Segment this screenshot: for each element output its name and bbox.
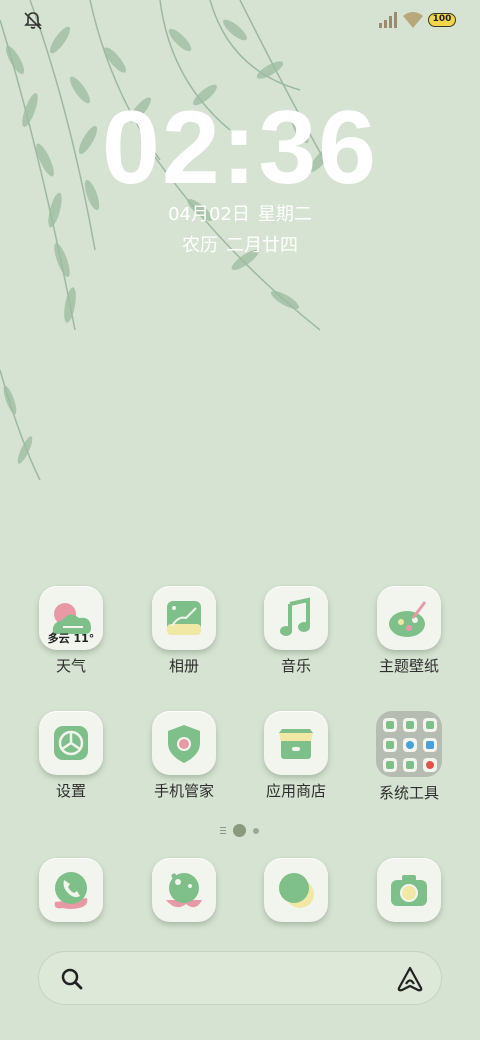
date-line: 04月02日 星期二 <box>0 203 480 227</box>
app-settings[interactable]: 设置 <box>21 711 121 801</box>
battery-indicator: 100 <box>428 13 456 27</box>
app-label: 手机管家 <box>153 782 214 800</box>
mini-app-icon <box>423 718 437 732</box>
weather-cloud-icon[interactable]: 多云 11° <box>39 586 103 650</box>
messages-icon[interactable] <box>264 858 328 922</box>
music-note-icon[interactable] <box>264 586 328 650</box>
willow-wallpaper-decoration <box>0 0 331 481</box>
app-music[interactable]: 音乐 <box>246 586 346 676</box>
app-label: 系统工具 <box>378 784 439 802</box>
app-label: 主题壁纸 <box>378 657 439 675</box>
app-label: 应用商店 <box>265 782 326 800</box>
page-indicator[interactable] <box>218 822 266 838</box>
mini-app-icon <box>383 718 397 732</box>
signal-bars-icon <box>379 12 397 28</box>
dock-messages[interactable] <box>246 858 346 922</box>
menu-lines-icon <box>220 827 226 834</box>
dock-camera[interactable] <box>359 858 459 922</box>
weekday-text: 星期二 <box>257 204 312 225</box>
mini-app-icon <box>383 738 397 752</box>
app-phone-manager[interactable]: 手机管家 <box>134 711 234 801</box>
app-weather[interactable]: 多云 11° 天气 <box>21 586 121 676</box>
bell-muted-icon <box>24 12 42 30</box>
mini-app-icon <box>423 758 437 772</box>
palette-icon[interactable] <box>377 586 441 650</box>
shield-icon[interactable] <box>152 711 216 775</box>
mini-app-icon <box>403 758 417 772</box>
status-bar: 100 <box>0 0 480 40</box>
app-label: 设置 <box>55 782 86 800</box>
app-label: 天气 <box>55 657 86 675</box>
dock-phone[interactable] <box>21 858 121 922</box>
search-icon[interactable] <box>59 966 85 992</box>
search-bar[interactable] <box>38 951 442 1005</box>
settings-icon[interactable] <box>39 711 103 775</box>
mini-app-icon <box>423 738 437 752</box>
lunar-date-text: 二月廿四 <box>226 235 298 256</box>
mini-app-icon <box>403 738 417 752</box>
lunar-date-line: 农历 二月廿四 <box>0 234 480 258</box>
assistant-icon[interactable] <box>395 964 425 994</box>
folder-icon[interactable] <box>376 711 442 777</box>
wifi-icon <box>403 12 423 28</box>
dock-browser[interactable] <box>134 858 234 922</box>
browser-planet-icon[interactable] <box>152 858 216 922</box>
lock-clock: 02:36 <box>102 90 378 206</box>
store-icon[interactable] <box>264 711 328 775</box>
mini-app-icon <box>383 758 397 772</box>
phone-icon[interactable] <box>39 858 103 922</box>
gallery-icon[interactable] <box>152 586 216 650</box>
mini-app-icon <box>403 718 417 732</box>
app-label: 音乐 <box>280 657 311 675</box>
folder-system-tools[interactable]: 系统工具 <box>359 711 459 803</box>
date-text: 04月02日 <box>168 204 250 225</box>
app-store[interactable]: 应用商店 <box>246 711 346 801</box>
camera-icon[interactable] <box>377 858 441 922</box>
app-themes[interactable]: 主题壁纸 <box>359 586 459 676</box>
page-dot[interactable] <box>253 828 259 834</box>
app-label: 相册 <box>168 657 199 675</box>
page-dot-active[interactable] <box>233 824 246 837</box>
app-gallery[interactable]: 相册 <box>134 586 234 676</box>
lunar-label: 农历 <box>182 235 218 256</box>
weather-badge-text: 多云 11° <box>47 632 95 645</box>
